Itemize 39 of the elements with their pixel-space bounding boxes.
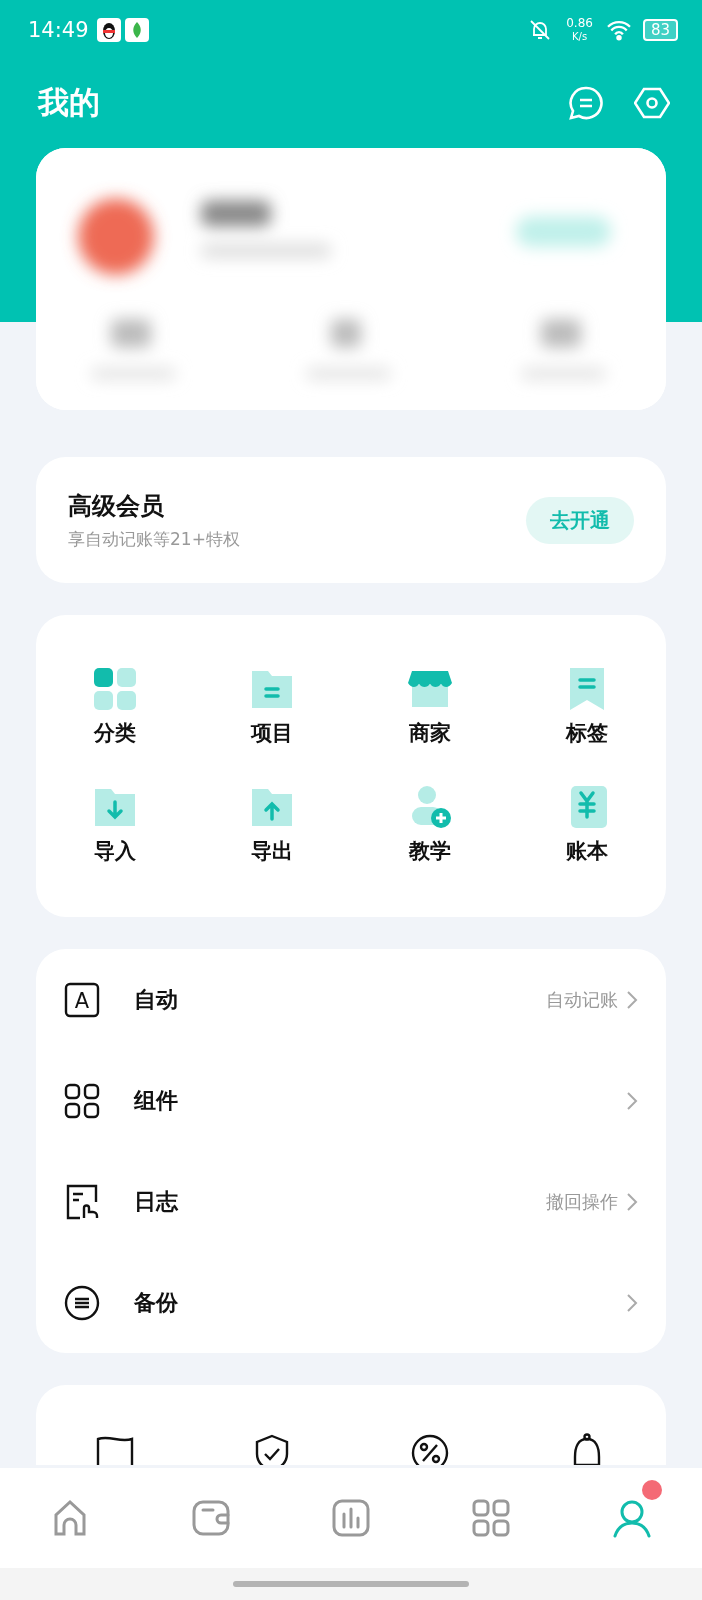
settings-row[interactable]: 日志 撤回操作 xyxy=(64,1156,638,1247)
auto-icon: A xyxy=(64,981,100,1018)
status-time: 14:49 xyxy=(28,18,89,42)
vip-subtitle: 享自动记账等21+特权 xyxy=(68,527,241,551)
speed-unit: K/s xyxy=(571,30,588,43)
settings-row[interactable]: 备份 xyxy=(64,1257,638,1348)
grid-label[interactable]: 导出 xyxy=(251,837,294,865)
chevron-icon xyxy=(626,1090,638,1111)
widgets-icon xyxy=(64,1082,100,1119)
row-value: 自动记账 xyxy=(546,987,618,1012)
log-icon xyxy=(64,1183,100,1220)
settings-row[interactable]: A 自动 自动记账 xyxy=(64,954,638,1045)
chevron-icon xyxy=(626,1191,638,1212)
category-icon[interactable] xyxy=(92,667,137,711)
profile-icon[interactable] xyxy=(611,1498,652,1538)
grid-label[interactable]: 分类 xyxy=(93,719,136,747)
row-value: 撤回操作 xyxy=(546,1189,618,1214)
grid-label[interactable]: 项目 xyxy=(251,719,294,747)
vip-title: 高级会员 xyxy=(68,490,165,522)
grid-label[interactable]: 导入 xyxy=(93,837,136,865)
settings-icon[interactable] xyxy=(634,85,670,121)
settings-row[interactable]: 组件 xyxy=(64,1055,638,1146)
battery-level: 83 xyxy=(642,19,678,41)
leaf-icon xyxy=(124,18,149,42)
grid-label[interactable]: 商家 xyxy=(408,719,451,747)
network-speed: 0.86 xyxy=(566,17,593,30)
chevron-icon xyxy=(626,989,638,1010)
grid-label[interactable]: 教学 xyxy=(408,837,451,865)
penguin-icon xyxy=(96,18,121,42)
grid-label[interactable]: 账本 xyxy=(566,837,609,865)
chart-icon[interactable] xyxy=(331,1498,371,1538)
grid-label[interactable]: 标签 xyxy=(566,719,609,747)
message-icon[interactable] xyxy=(568,85,604,121)
wallet-icon[interactable] xyxy=(190,1498,231,1538)
percent-icon[interactable] xyxy=(409,1433,450,1465)
chevron-icon xyxy=(626,1292,638,1313)
apps-icon[interactable] xyxy=(471,1498,512,1538)
page-title: 我的 xyxy=(38,83,100,122)
backup-icon xyxy=(64,1284,100,1321)
